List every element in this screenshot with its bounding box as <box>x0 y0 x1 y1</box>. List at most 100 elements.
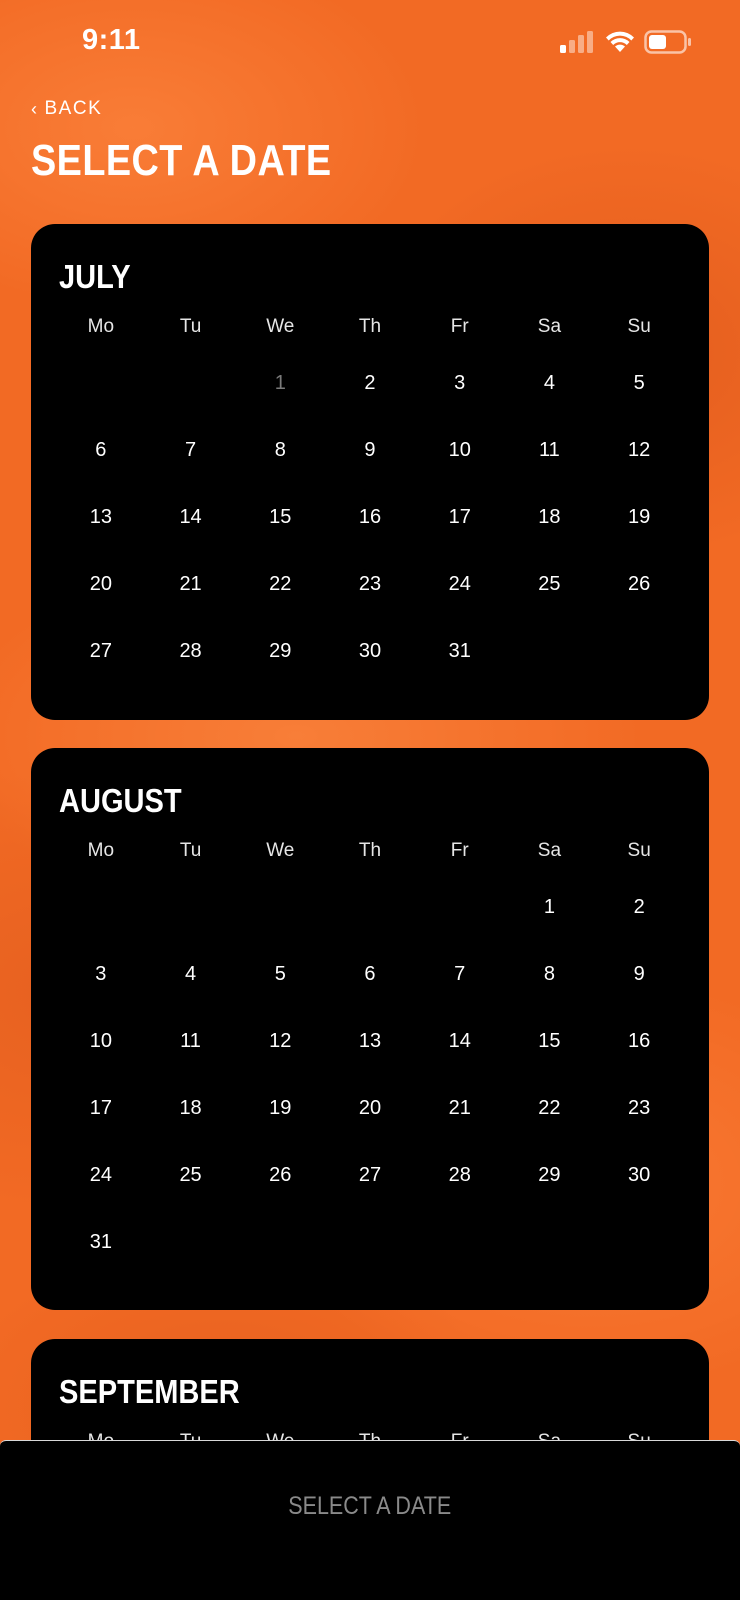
day-cell[interactable]: 8 <box>505 941 595 1008</box>
day-cell[interactable]: 19 <box>235 1075 325 1142</box>
day-cell[interactable]: 17 <box>415 484 505 551</box>
day-cell[interactable]: 27 <box>56 618 146 685</box>
month-title: AUGUST <box>59 782 182 819</box>
day-cell[interactable]: 20 <box>325 1075 415 1142</box>
day-cell[interactable]: 25 <box>505 551 595 618</box>
days-grid: 1 2 3 4 5 6 7 8 9 10 11 12 13 14 15 16 17 18 19 20 21 22 23 24 2… <box>56 350 684 685</box>
day-cell[interactable]: 20 <box>56 551 146 618</box>
day-cell[interactable]: 15 <box>505 1008 595 1075</box>
day-cell[interactable]: 11 <box>146 1008 236 1075</box>
day-cell[interactable]: 26 <box>594 551 684 618</box>
day-cell[interactable]: 5 <box>235 941 325 1008</box>
day-cell-empty <box>415 1209 505 1276</box>
day-cell-empty <box>56 350 146 417</box>
day-cell[interactable]: 14 <box>146 484 236 551</box>
day-cell[interactable]: 13 <box>325 1008 415 1075</box>
day-cell-empty <box>56 874 146 941</box>
day-cell[interactable]: 30 <box>594 1142 684 1209</box>
day-cell-empty <box>594 1209 684 1276</box>
status-time: 9:11 <box>82 24 141 56</box>
weekday-label: Tu <box>179 316 202 337</box>
day-cell[interactable]: 1 <box>505 874 595 941</box>
day-cell[interactable]: 23 <box>594 1075 684 1142</box>
day-cell[interactable]: 25 <box>146 1142 236 1209</box>
day-cell[interactable]: 24 <box>56 1142 146 1209</box>
back-button[interactable]: ‹ BACK <box>31 94 102 124</box>
day-cell-empty <box>146 874 236 941</box>
day-cell[interactable]: 22 <box>235 551 325 618</box>
day-cell[interactable]: 15 <box>235 484 325 551</box>
day-cell[interactable]: 18 <box>505 484 595 551</box>
day-cell[interactable]: 26 <box>235 1142 325 1209</box>
page-title: SELECT A DATE <box>31 136 332 185</box>
weekday-label: Mo <box>87 840 115 861</box>
day-cell[interactable]: 27 <box>325 1142 415 1209</box>
weekday-header: Mo Tu We Th Fr Sa Su <box>56 840 684 862</box>
day-cell[interactable]: 7 <box>146 417 236 484</box>
weekday-label: Su <box>627 840 651 861</box>
weekday-label: Fr <box>450 316 469 337</box>
day-cell[interactable]: 7 <box>415 941 505 1008</box>
day-cell[interactable]: 12 <box>235 1008 325 1075</box>
day-cell[interactable]: 13 <box>56 484 146 551</box>
month-card-july: JULY Mo Tu We Th Fr Sa Su 1 2 3 4 5 6 7 8 9 10 11 1… <box>31 224 709 720</box>
month-title: JULY <box>59 258 131 295</box>
weekday-header: Mo Tu We Th Fr Sa Su <box>56 316 684 338</box>
day-cell[interactable]: 22 <box>505 1075 595 1142</box>
day-cell-empty <box>325 1209 415 1276</box>
day-cell[interactable]: 2 <box>325 350 415 417</box>
day-cell[interactable]: 12 <box>594 417 684 484</box>
day-cell[interactable]: 29 <box>505 1142 595 1209</box>
day-cell[interactable]: 8 <box>235 417 325 484</box>
day-cell[interactable]: 10 <box>415 417 505 484</box>
day-cell[interactable]: 19 <box>594 484 684 551</box>
day-cell[interactable]: 21 <box>415 1075 505 1142</box>
day-cell[interactable]: 10 <box>56 1008 146 1075</box>
select-date-button-label: SELECT A DATE <box>288 1491 452 1520</box>
bottom-bar: SELECT A DATE <box>0 1440 740 1600</box>
day-cell[interactable]: 29 <box>235 618 325 685</box>
month-card-august: AUGUST Mo Tu We Th Fr Sa Su 1 2 3 4 5 6 7 8 9 10 1… <box>31 748 709 1310</box>
weekday-label: We <box>266 316 295 337</box>
select-date-button[interactable]: SELECT A DATE <box>0 1479 740 1533</box>
day-cell[interactable]: 9 <box>325 417 415 484</box>
day-cell-empty <box>146 1209 236 1276</box>
weekday-label: We <box>266 840 295 861</box>
day-cell[interactable]: 30 <box>325 618 415 685</box>
day-cell[interactable]: 24 <box>415 551 505 618</box>
day-cell[interactable]: 16 <box>325 484 415 551</box>
day-cell[interactable]: 21 <box>146 551 236 618</box>
day-cell[interactable]: 17 <box>56 1075 146 1142</box>
day-cell[interactable]: 14 <box>415 1008 505 1075</box>
day-cell[interactable]: 31 <box>415 618 505 685</box>
day-cell[interactable]: 3 <box>415 350 505 417</box>
day-cell[interactable]: 5 <box>594 350 684 417</box>
back-label: BACK <box>44 98 103 119</box>
day-cell[interactable]: 23 <box>325 551 415 618</box>
weekday-label: Tu <box>179 840 202 861</box>
day-cell[interactable]: 4 <box>146 941 236 1008</box>
day-cell-empty <box>146 350 236 417</box>
day-cell[interactable]: 6 <box>56 417 146 484</box>
day-cell[interactable]: 9 <box>594 941 684 1008</box>
day-cell[interactable]: 3 <box>56 941 146 1008</box>
day-cell-empty <box>505 618 595 685</box>
day-cell[interactable]: 11 <box>505 417 595 484</box>
days-grid: 1 2 3 4 5 6 7 8 9 10 11 12 13 14 15 16 17 18 19 20 21 22 23 24 2… <box>56 874 684 1276</box>
day-cell[interactable]: 31 <box>56 1209 146 1276</box>
day-cell[interactable]: 16 <box>594 1008 684 1075</box>
status-bar: 9:11 <box>0 0 740 86</box>
day-cell[interactable]: 18 <box>146 1075 236 1142</box>
weekday-label: Sa <box>537 316 562 337</box>
day-cell[interactable]: 6 <box>325 941 415 1008</box>
day-cell-empty <box>594 618 684 685</box>
month-title: SEPTEMBER <box>59 1373 240 1410</box>
day-cell[interactable]: 28 <box>415 1142 505 1209</box>
day-cell[interactable]: 4 <box>505 350 595 417</box>
day-cell-empty <box>325 874 415 941</box>
day-cell-empty <box>235 874 325 941</box>
day-cell[interactable]: 2 <box>594 874 684 941</box>
weekday-label: Th <box>358 316 382 337</box>
day-cell: 1 <box>274 372 286 394</box>
day-cell[interactable]: 28 <box>146 618 236 685</box>
